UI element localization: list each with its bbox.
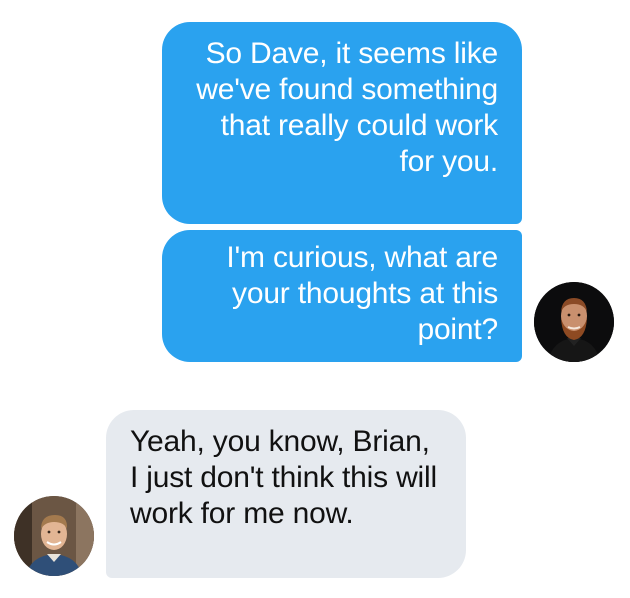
person-avatar-icon bbox=[14, 496, 94, 576]
outgoing-message-bubble: So Dave, it seems like we've found somet… bbox=[162, 22, 522, 224]
sender-avatar bbox=[534, 282, 614, 362]
person-avatar-icon bbox=[534, 282, 614, 362]
outgoing-message-bubble: I'm curious, what are your thoughts at t… bbox=[162, 230, 522, 362]
incoming-message-bubble: Yeah, you know, Brian, I just don't thin… bbox=[106, 410, 466, 578]
recipient-avatar bbox=[14, 496, 94, 576]
